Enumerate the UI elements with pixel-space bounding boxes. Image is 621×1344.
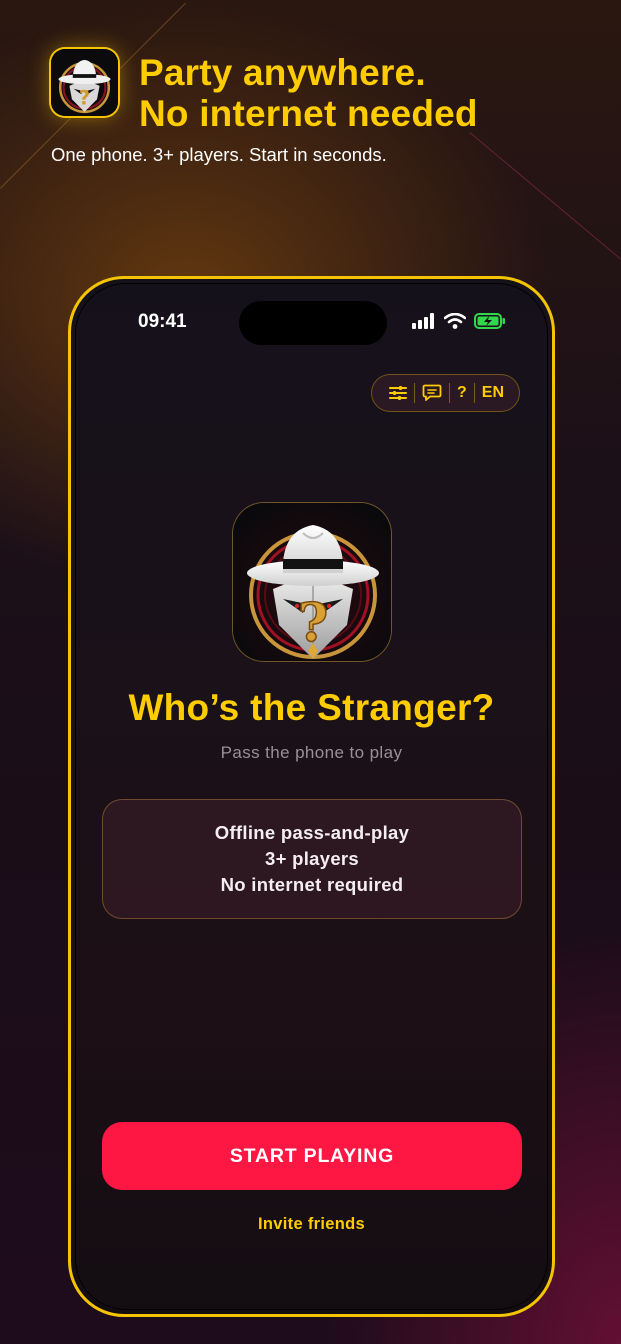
- headline-line-1: Party anywhere.: [139, 52, 426, 93]
- help-button[interactable]: ?: [450, 380, 474, 406]
- phone-frame: 09:41 ? EN ? Who’s the Stranger? Pass th…: [68, 276, 555, 1317]
- signal-icon: [412, 313, 434, 329]
- feature-line: 3+ players: [264, 848, 360, 869]
- svg-text:?: ?: [79, 86, 90, 109]
- wifi-icon: [444, 313, 466, 329]
- promo-subline: One phone. 3+ players. Start in seconds.: [51, 144, 387, 165]
- game-title: Who’s the Stranger?: [128, 687, 495, 728]
- invite-friends-link[interactable]: Invite friends: [71, 1215, 552, 1234]
- settings-button[interactable]: [382, 380, 414, 406]
- promo-headline: Party anywhere. No internet needed: [139, 52, 478, 134]
- language-button[interactable]: EN: [475, 380, 511, 406]
- top-toolbar: ? EN: [370, 374, 520, 412]
- status-icons: [412, 313, 506, 329]
- chat-bubble-icon: [422, 384, 442, 401]
- sliders-icon: [388, 386, 407, 400]
- headline-line-2: No internet needed: [139, 93, 478, 134]
- dynamic-island: [239, 301, 387, 345]
- feature-line: Offline pass-and-play: [214, 822, 410, 843]
- feedback-button[interactable]: [415, 380, 449, 406]
- battery-charging-icon: [474, 313, 505, 329]
- start-playing-button[interactable]: START PLAYING: [102, 1122, 522, 1190]
- decorative-line: [469, 132, 621, 271]
- feature-line: No internet required: [220, 874, 404, 895]
- game-subtitle: Pass the phone to play: [220, 743, 403, 762]
- status-time: 09:41: [138, 311, 187, 332]
- feature-card: Offline pass-and-play 3+ players No inte…: [102, 799, 522, 919]
- app-logo-icon: ?: [51, 49, 118, 116]
- game-logo-icon: ?: [232, 502, 392, 662]
